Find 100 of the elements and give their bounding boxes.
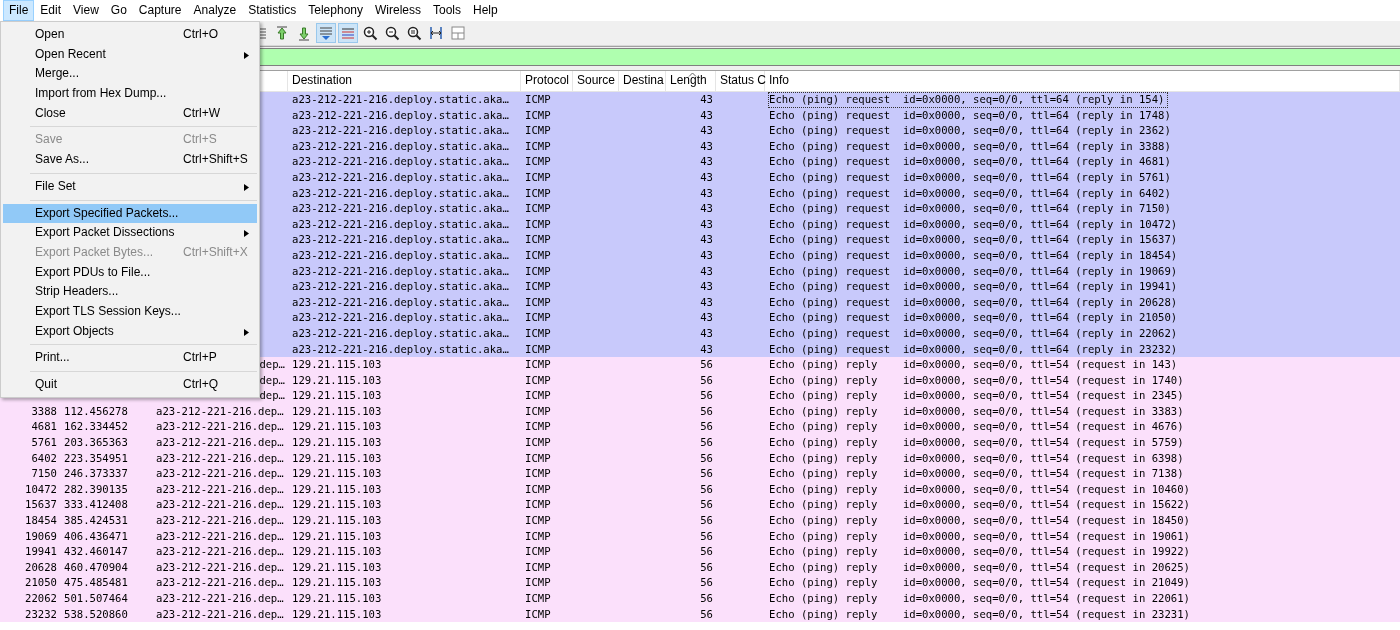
shortcut-label: Ctrl+W bbox=[183, 104, 220, 122]
table-cell-text: 129.21.115.103 bbox=[292, 559, 382, 575]
menu-bar-item[interactable]: Help bbox=[467, 0, 504, 21]
menu-item[interactable]: Save As... Ctrl+Shift+S bbox=[3, 150, 257, 170]
column-header[interactable]: Source bbox=[577, 71, 616, 89]
table-cell-text: a23-212-221-216.deploy.static.aka… bbox=[292, 325, 509, 341]
colored-lines-icon[interactable] bbox=[338, 23, 358, 43]
table-cell-text: 23232 bbox=[25, 606, 57, 622]
menu-item[interactable]: Merge... bbox=[3, 64, 257, 85]
column-header[interactable]: Length bbox=[670, 71, 707, 89]
table-cell-text: 3388 bbox=[31, 403, 57, 419]
table-cell: 43 bbox=[700, 310, 713, 326]
table-cell-text: 460.470904 bbox=[64, 559, 128, 575]
table-cell-text: 501.507464 bbox=[64, 591, 128, 606]
table-cell-text: Echo (ping) reply id=0x0000, seq=0/0, ttl=54 (request in 19061) bbox=[769, 528, 1190, 544]
table-cell-text: a23-212-221-216.dep… bbox=[156, 497, 284, 513]
menu-bar-item[interactable]: File bbox=[3, 0, 35, 21]
menu-item[interactable]: Open Ctrl+O bbox=[3, 25, 257, 45]
table-cell: a23-212-221-216.deploy.static.aka… bbox=[292, 123, 509, 139]
table-cell-text: 43 bbox=[700, 138, 713, 154]
table-cell: 43 bbox=[700, 201, 713, 217]
menu-bar-item[interactable]: Wireless bbox=[369, 0, 427, 21]
table-cell: Echo (ping) reply id=0x0000, seq=0/0, ttl=54 (request in 19922) bbox=[769, 544, 1190, 560]
menu-item[interactable]: Export Specified Packets... bbox=[3, 203, 257, 224]
table-cell-text: Echo (ping) reply id=0x0000, seq=0/0, ttl=54 (request in 23231) bbox=[769, 606, 1190, 622]
column-header[interactable]: Protocol bbox=[525, 71, 570, 89]
shortcut-label: Ctrl+Shift+X bbox=[183, 243, 248, 261]
menu-item[interactable]: Export PDUs to File... bbox=[3, 262, 257, 283]
table-cell-text: 43 bbox=[700, 294, 713, 310]
table-cell-text: Echo (ping) reply id=0x0000, seq=0/0, ttl=54 (request in 4676) bbox=[769, 419, 1184, 435]
table-cell: Echo (ping) request id=0x0000, seq=0/0, ttl=64 (reply in 154) bbox=[768, 92, 1169, 108]
shortcut-label: Ctrl+P bbox=[183, 349, 217, 367]
table-cell-text: a23-212-221-216.deploy.static.aka… bbox=[292, 169, 509, 185]
table-cell: 129.21.115.103 bbox=[292, 466, 382, 482]
table-cell: ICMP bbox=[525, 123, 551, 139]
table-cell: 21050 bbox=[25, 575, 57, 591]
shortcut-label: Ctrl+O bbox=[183, 26, 218, 43]
table-cell: Echo (ping) reply id=0x0000, seq=0/0, ttl=54 (request in 2345) bbox=[769, 388, 1184, 404]
menu-bar-item[interactable]: Tools bbox=[427, 0, 467, 21]
table-cell: ICMP bbox=[525, 435, 551, 451]
menu-item[interactable]: Strip Headers... bbox=[3, 282, 257, 302]
table-cell: Echo (ping) reply id=0x0000, seq=0/0, ttl=54 (request in 18450) bbox=[769, 513, 1190, 529]
menu-bar-item[interactable]: View bbox=[67, 0, 105, 21]
menu-item[interactable]: Open Recent bbox=[3, 44, 257, 65]
table-cell: Echo (ping) reply id=0x0000, seq=0/0, ttl=54 (request in 143) bbox=[769, 357, 1178, 373]
column-header[interactable]: Destina bbox=[623, 71, 664, 89]
menu-item[interactable]: Export Packet Dissections bbox=[3, 223, 257, 243]
table-cell-text: 15637 bbox=[25, 497, 57, 513]
menu-bar-item[interactable]: Telephony bbox=[302, 0, 369, 21]
menu-bar-item[interactable]: Capture bbox=[132, 0, 188, 21]
column-header[interactable]: Info bbox=[769, 71, 789, 89]
menu-bar-item[interactable]: Analyze bbox=[187, 0, 243, 21]
table-cell: a23-212-221-216.dep… bbox=[156, 513, 284, 529]
table-cell: 43 bbox=[700, 232, 713, 248]
table-cell-text: ICMP bbox=[525, 185, 551, 201]
table-cell-text: Echo (ping) reply id=0x0000, seq=0/0, ttl=54 (request in 6398) bbox=[769, 450, 1184, 466]
layout-icon[interactable] bbox=[448, 23, 468, 43]
table-cell-text: 43 bbox=[700, 263, 713, 279]
table-cell: a23-212-221-216.deploy.static.aka… bbox=[292, 310, 509, 326]
table-cell: Echo (ping) request id=0x0000, seq=0/0, ttl=64 (reply in 19941) bbox=[769, 279, 1178, 295]
menu-item[interactable]: Export TLS Session Keys... bbox=[3, 301, 257, 322]
column-header[interactable]: Destination bbox=[292, 71, 353, 89]
table-cell-text: 56 bbox=[700, 481, 713, 497]
table-cell-text: a23-212-221-216.deploy.static.aka… bbox=[292, 138, 509, 154]
table-cell: 56 bbox=[700, 575, 713, 591]
table-cell-text: 43 bbox=[700, 169, 713, 185]
table-cell: 56 bbox=[700, 388, 713, 404]
autoscroll-icon[interactable] bbox=[316, 23, 336, 43]
menu-bar-item[interactable]: Go bbox=[104, 0, 133, 21]
table-cell-text: ICMP bbox=[525, 403, 551, 419]
table-cell-text: Echo (ping) request id=0x0000, seq=0/0, ttl=64 (reply in 1748) bbox=[769, 107, 1171, 123]
column-header[interactable]: Status C bbox=[720, 71, 767, 89]
table-cell-text: 43 bbox=[700, 92, 713, 107]
menu-item[interactable]: Quit Ctrl+Q bbox=[3, 375, 257, 395]
table-cell-text: ICMP bbox=[525, 263, 551, 279]
shortcut-label: Ctrl+S bbox=[183, 131, 217, 149]
table-cell-text: ICMP bbox=[525, 341, 551, 357]
table-cell: 5761 bbox=[31, 435, 57, 451]
table-cell: 56 bbox=[700, 466, 713, 482]
table-cell: a23-212-221-216.dep… bbox=[156, 435, 284, 451]
table-cell: 43 bbox=[700, 154, 713, 170]
table-cell: 129.21.115.103 bbox=[292, 575, 382, 591]
menu-bar-item[interactable]: Statistics bbox=[242, 0, 303, 21]
menu-item[interactable]: Close Ctrl+W bbox=[3, 103, 257, 124]
table-cell-text: ICMP bbox=[525, 528, 551, 544]
menu-item[interactable]: File Set bbox=[3, 176, 257, 197]
table-cell-text: a23-212-221-216.deploy.static.aka… bbox=[292, 185, 509, 201]
menu-item[interactable]: Import from Hex Dump... bbox=[3, 84, 257, 104]
table-cell-text: Echo (ping) reply id=0x0000, seq=0/0, ttl=54 (request in 10460) bbox=[769, 481, 1190, 497]
menu-bar-item[interactable]: Edit bbox=[34, 0, 68, 21]
table-cell-text: Echo (ping) reply id=0x0000, seq=0/0, ttl=54 (request in 20625) bbox=[769, 559, 1190, 575]
menu-item[interactable]: Print... Ctrl+P bbox=[3, 348, 257, 368]
menu-item[interactable]: Export Objects bbox=[3, 321, 257, 342]
table-cell-text: Echo (ping) reply id=0x0000, seq=0/0, ttl=54 (request in 22061) bbox=[769, 591, 1190, 606]
table-cell-text: Echo (ping) reply id=0x0000, seq=0/0, ttl=54 (request in 1740) bbox=[769, 372, 1184, 388]
table-cell: dep… bbox=[259, 357, 285, 373]
table-cell: 129.21.115.103 bbox=[292, 513, 382, 529]
table-cell-text: Echo (ping) request id=0x0000, seq=0/0, ttl=64 (reply in 23232) bbox=[769, 341, 1178, 357]
table-cell-text: 162.334452 bbox=[64, 419, 128, 435]
table-cell-text: ICMP bbox=[525, 559, 551, 575]
